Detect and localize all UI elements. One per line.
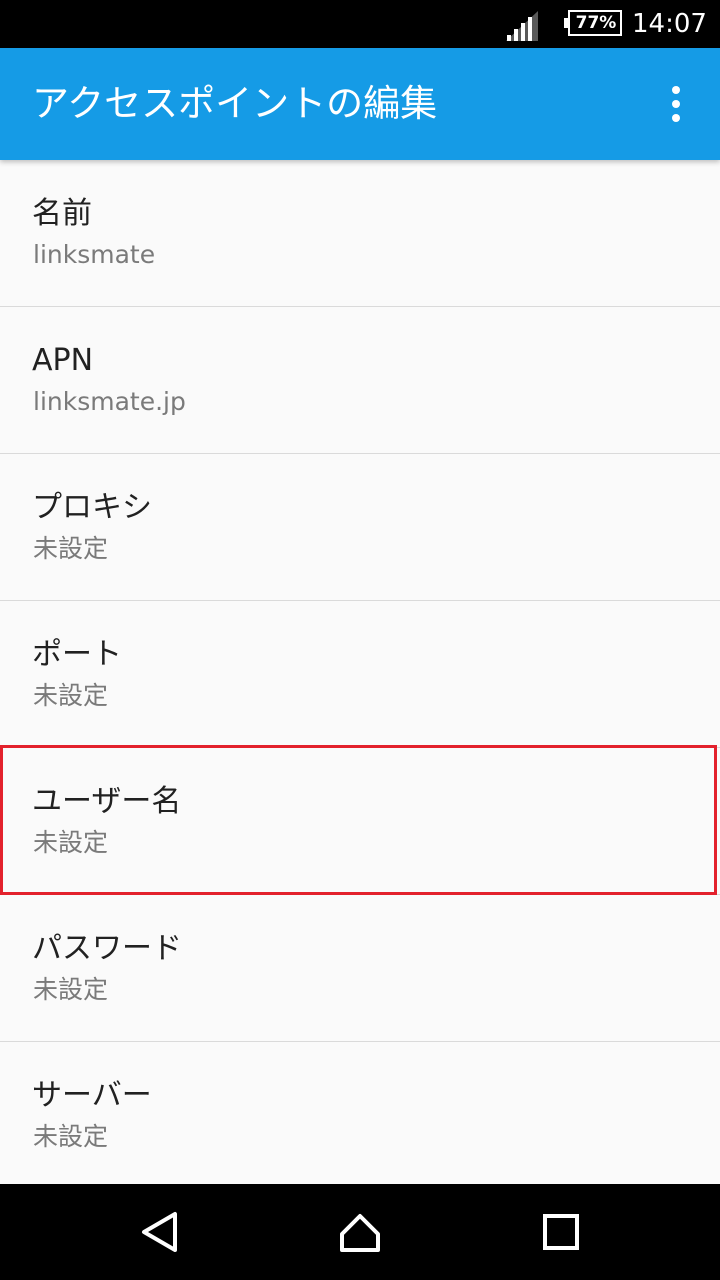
- setting-item-name[interactable]: 名前 linksmate: [0, 160, 720, 307]
- setting-label: ユーザー名: [32, 784, 182, 819]
- setting-value: 未設定: [33, 1122, 109, 1151]
- setting-value: linksmate.jp: [33, 387, 186, 416]
- setting-label: APN: [32, 343, 94, 378]
- setting-item-apn[interactable]: APN linksmate.jp: [0, 307, 720, 454]
- setting-label: サーバー: [32, 1078, 152, 1113]
- navigation-bar: [0, 1184, 720, 1280]
- status-bar: 77% 14:07: [0, 0, 720, 48]
- setting-item-proxy[interactable]: プロキシ 未設定: [0, 454, 720, 601]
- setting-value: linksmate: [33, 240, 156, 269]
- setting-value: 未設定: [33, 681, 109, 710]
- signal-icon: [506, 11, 538, 41]
- home-icon[interactable]: [336, 1208, 384, 1256]
- setting-label: パスワード: [32, 931, 182, 966]
- setting-label: ポート: [32, 637, 122, 672]
- page-title: アクセスポイントの編集: [32, 82, 438, 125]
- setting-label: プロキシ: [32, 490, 152, 525]
- setting-value: 未設定: [33, 828, 109, 857]
- settings-list: 名前 linksmate APN linksmate.jp プロキシ 未設定 ポ…: [0, 160, 720, 1188]
- app-bar: アクセスポイントの編集: [0, 48, 720, 160]
- back-icon[interactable]: [136, 1208, 184, 1256]
- setting-item-username[interactable]: ユーザー名 未設定: [0, 748, 720, 895]
- setting-item-password[interactable]: パスワード 未設定: [0, 895, 720, 1042]
- more-vert-icon[interactable]: [652, 80, 700, 128]
- setting-value: 未設定: [33, 534, 109, 563]
- battery-percentage: 77%: [575, 13, 617, 33]
- setting-item-port[interactable]: ポート 未設定: [0, 601, 720, 748]
- recents-icon[interactable]: [537, 1208, 585, 1256]
- setting-value: 未設定: [33, 975, 109, 1004]
- setting-item-server[interactable]: サーバー 未設定: [0, 1042, 720, 1188]
- setting-label: 名前: [32, 196, 92, 231]
- clock: 14:07: [632, 9, 707, 39]
